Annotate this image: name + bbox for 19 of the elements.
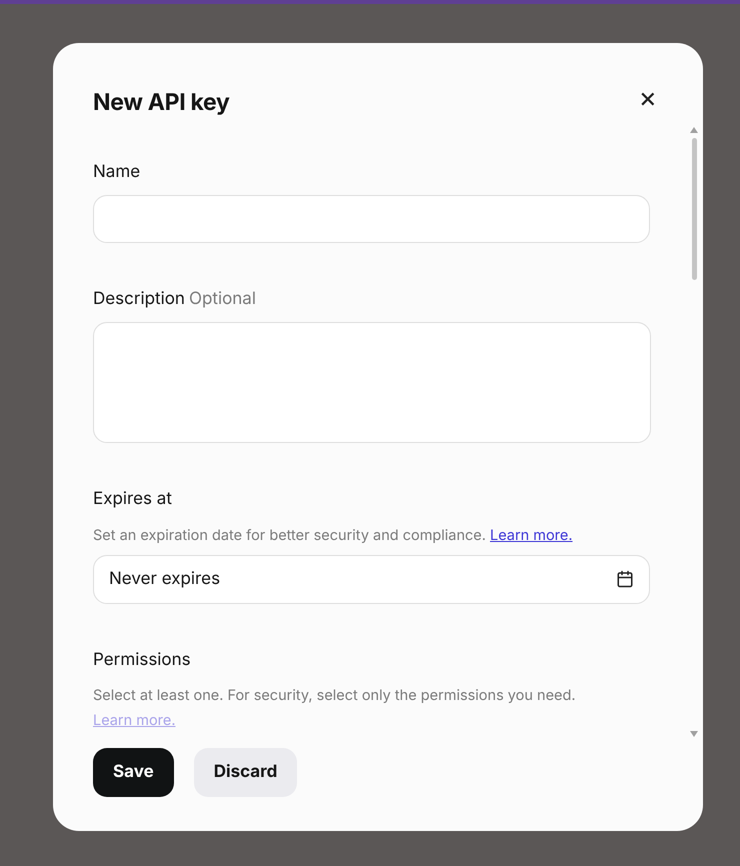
calendar-icon [616, 570, 634, 588]
expiry-field[interactable]: Never expires [93, 554, 650, 604]
optional-label: Optional [188, 288, 256, 311]
scroll-up-icon[interactable] [690, 127, 698, 133]
close-button[interactable]: × [638, 83, 657, 112]
field-label: Permissions [93, 648, 191, 672]
discard-button[interactable]: Discard [194, 748, 298, 797]
field-label: Expires at [93, 488, 172, 510]
field-label: Name [93, 160, 140, 184]
description-field[interactable] [93, 322, 651, 442]
learn-more-link[interactable]: Learn more. [490, 527, 573, 544]
scroll-down-icon[interactable] [690, 731, 698, 737]
hint-text: Select at least one. For security, select only the permissions you need. [93, 686, 577, 706]
name-field[interactable] [93, 195, 650, 243]
field-label: Description [93, 288, 185, 311]
hint-text: Set an expiration date for better security and compliance. Learn more. [93, 526, 574, 546]
save-button[interactable]: Save [93, 748, 174, 797]
dialog-title: New API key [93, 87, 230, 118]
scrollbar-thumb[interactable] [692, 138, 696, 280]
